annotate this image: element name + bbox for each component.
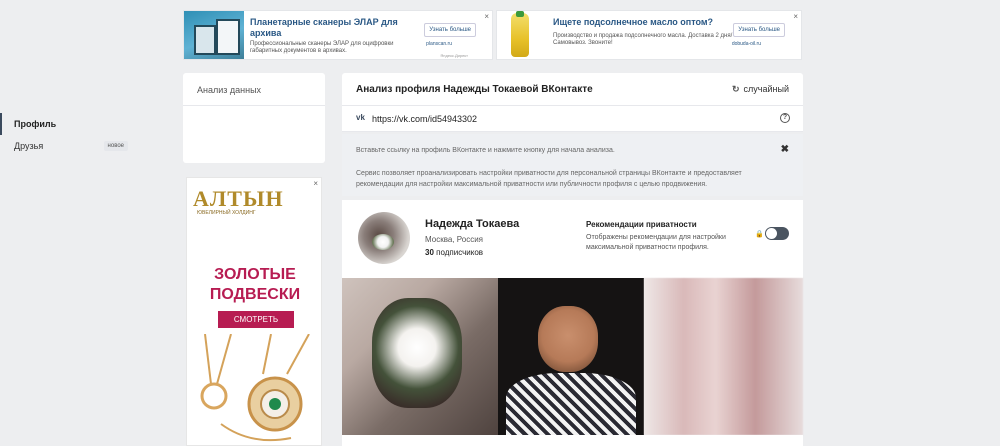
info-text: Вставьте ссылку на профиль ВКонтакте и н… [356,147,615,154]
help-icon[interactable]: ? [780,113,790,123]
scanner-ad-image [184,11,244,59]
close-icon[interactable]: ✖ [781,144,789,155]
lock-icon: 🔒 [755,231,764,238]
ad-watch-button[interactable]: СМОТРЕТЬ [218,311,294,328]
random-label: случайный [743,84,789,94]
left-menu: Анализ данных [183,73,325,163]
photo-flowers[interactable] [342,278,498,435]
ad-headline: ЗОЛОТЫЕ [214,266,296,283]
side-ad-altyn[interactable]: АЛТЫН ЮВЕЛИРНЫЙ ХОЛДИНГ × ЗОЛОТЫЕ ПОДВЕС… [186,177,322,446]
sidebar-item-friends[interactable]: Друзья новое [0,135,142,157]
vk-icon: vk [356,113,365,122]
pendant-image [200,334,310,442]
ad-domain[interactable]: dobuda-oil.ru [732,41,761,47]
profile-city: Москва, Россия [425,235,483,244]
ad-learn-more-button[interactable]: Узнать больше [424,23,476,37]
ad-learn-more-button[interactable]: Узнать больше [733,23,785,37]
avatar[interactable] [358,212,410,264]
ad-source: Яндекс.Директ [440,53,468,58]
subscribers-count: 30 [425,248,434,257]
ad-text: Производство и продажа подсолнечного мас… [553,33,733,46]
url-row: vk ? [342,106,803,132]
photo-strip-footer [342,435,803,446]
privacy-recommendations-title: Рекомендации приватности [586,220,697,229]
close-icon[interactable]: × [313,179,318,188]
sidebar-item-label: Профиль [14,119,57,129]
random-profile-button[interactable]: ↻ случайный [732,84,789,95]
ad-brand-logo: АЛТЫН [193,186,284,211]
new-badge: новое [103,141,128,151]
profile-name[interactable]: Надежда Токаева [425,218,519,230]
close-icon[interactable]: × [484,12,489,21]
photo-blurred[interactable] [644,278,803,435]
privacy-toggle[interactable] [765,227,789,240]
privacy-recommendations-text: Отображены рекомендации для настройки ма… [586,234,726,251]
ad-title[interactable]: Ищете подсолнечное масло оптом? [553,17,733,28]
menu-title: Анализ данных [183,73,325,106]
top-ad-planscan[interactable]: Планетарные сканеры ЭЛАР для архива Проф… [183,10,493,60]
info-description: Сервис позволяет проанализировать настро… [356,170,742,188]
close-icon[interactable]: × [793,12,798,21]
ad-headline: ПОДВЕСКИ [209,286,301,303]
ad-domain[interactable]: planscan.ru [426,41,452,47]
subscribers-label: подписчиков [436,248,484,257]
profile-subscribers: 30 подписчиков [425,248,483,257]
info-box: Вставьте ссылку на профиль ВКонтакте и н… [342,134,803,196]
profile-url-input[interactable] [372,111,772,127]
page-title: Анализ профиля Надежды Токаевой ВКонтакт… [356,84,593,95]
photo-portrait[interactable] [498,278,644,435]
oil-bottle-ad-image [497,11,557,59]
top-ad-oil[interactable]: Ищете подсолнечное масло оптом? Производ… [496,10,802,60]
ad-title[interactable]: Планетарные сканеры ЭЛАР для архива [250,17,410,39]
profile-photos [342,278,803,435]
refresh-icon: ↻ [732,84,740,94]
page-header: Анализ профиля Надежды Токаевой ВКонтакт… [342,73,803,106]
sidebar-item-profile[interactable]: Профиль [0,113,142,135]
ad-text: Профессиональные сканеры ЭЛАР для оцифро… [250,41,394,54]
sidebar-item-label: Друзья [14,141,44,151]
ad-brand-subtitle: ЮВЕЛИРНЫЙ ХОЛДИНГ [197,210,256,216]
profile-card: Надежда Токаева Москва, Россия 30 подпис… [342,200,803,278]
